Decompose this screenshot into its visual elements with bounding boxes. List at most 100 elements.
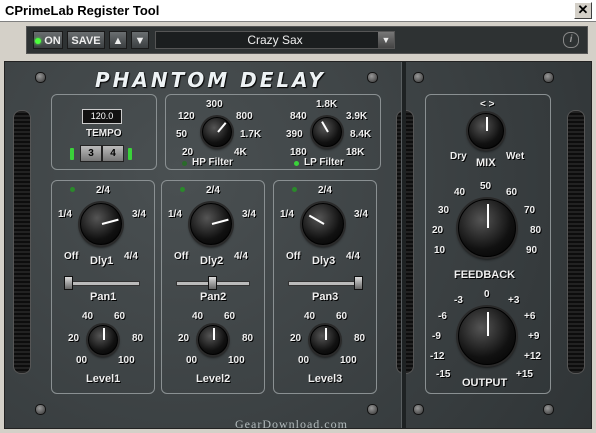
section-divider	[401, 62, 406, 428]
delay-led	[292, 187, 297, 192]
delay-tick-1-4: 1/4	[58, 209, 72, 220]
level-1-label: Level1	[86, 373, 121, 385]
screw	[367, 404, 378, 415]
delay-3-knob[interactable]	[302, 203, 344, 245]
output-tick-plus-6: +6	[524, 311, 536, 322]
power-button[interactable]: ON	[33, 31, 63, 49]
delay-tick-2-4: 2/4	[318, 185, 332, 196]
title-bar: CPrimeLab Register Tool ✕	[0, 0, 596, 22]
level-tick-80: 80	[132, 333, 144, 344]
hp-tick-800: 800	[236, 111, 253, 122]
mix-knob[interactable]	[468, 113, 504, 149]
lp-filter-knob[interactable]	[312, 117, 342, 147]
level-2-knob[interactable]	[198, 325, 228, 355]
master-section: < > Dry MIX Wet 40 50 60 30 70 20 80 10 …	[425, 94, 551, 394]
info-icon[interactable]: i	[563, 32, 579, 48]
level-tick-100: 100	[118, 355, 135, 366]
delay-2-label: Dly2	[200, 255, 224, 267]
level-tick-80: 80	[354, 333, 366, 344]
delay-led	[70, 187, 75, 192]
power-led	[35, 38, 42, 45]
delay-tick-off: Off	[286, 251, 301, 262]
feedback-tick-90: 90	[526, 245, 538, 256]
pan-2-thumb[interactable]	[208, 276, 217, 290]
feedback-tick-50: 50	[480, 181, 492, 192]
tempo-section: 120.0 TEMPO 3 4	[51, 94, 157, 170]
output-tick-plus-9: +9	[528, 331, 540, 342]
lp-filter-label: LP Filter	[304, 157, 344, 168]
level-tick-40: 40	[192, 311, 204, 322]
tempo-button-3[interactable]: 3	[80, 145, 102, 162]
pan-3-label: Pan3	[312, 291, 339, 303]
delay-tick-1-4: 1/4	[280, 209, 294, 220]
hp-filter-knob[interactable]	[202, 117, 232, 147]
knob-pointer	[325, 328, 327, 340]
feedback-tick-60: 60	[506, 187, 518, 198]
level-tick-20: 20	[290, 333, 302, 344]
delay-1-knob[interactable]	[80, 203, 122, 245]
pan-2-label: Pan2	[200, 291, 227, 303]
preset-up-button[interactable]: ▲	[109, 31, 127, 49]
tempo-display[interactable]: 120.0	[82, 109, 122, 124]
hp-tick-120: 120	[178, 111, 195, 122]
output-knob[interactable]	[458, 307, 516, 365]
pan-3-slider[interactable]	[288, 281, 362, 286]
pan-1-slider[interactable]	[66, 281, 140, 286]
delay-1-label: Dly1	[90, 255, 114, 267]
mix-wet-label: Wet	[506, 151, 525, 162]
preset-down-button[interactable]: ▼	[131, 31, 149, 49]
knob-pointer	[321, 121, 329, 133]
knob-pointer	[211, 218, 229, 225]
delay-2-knob[interactable]	[190, 203, 232, 245]
feedback-knob[interactable]	[458, 199, 516, 257]
lp-tick-390: 390	[286, 129, 303, 140]
filter-section: 300 120 800 50 1.7K 20 4K HP Filter 1.8K…	[165, 94, 381, 170]
screw	[543, 404, 554, 415]
preset-selector[interactable]: Crazy Sax ▼	[155, 31, 395, 49]
hp-tick-4k: 4K	[234, 147, 247, 158]
mix-dry-label: Dry	[450, 151, 467, 162]
power-label: ON	[44, 35, 61, 47]
pan-3-thumb[interactable]	[354, 276, 363, 290]
feedback-tick-20: 20	[432, 225, 444, 236]
delay-column-3: 2/4 1/4 3/4 Off 4/4 Dly3 Pan3 40 60 20 8…	[273, 180, 377, 394]
tempo-label: TEMPO	[86, 128, 122, 139]
output-tick-plus-15: +15	[516, 369, 533, 380]
close-button[interactable]: ✕	[574, 2, 592, 19]
delay-tick-3-4: 3/4	[242, 209, 256, 220]
watermark: GearDownload.com	[235, 417, 348, 431]
hp-tick-50: 50	[176, 129, 188, 140]
pan-1-label: Pan1	[90, 291, 117, 303]
screw	[35, 404, 46, 415]
knob-pointer	[487, 312, 489, 336]
tempo-button-4[interactable]: 4	[102, 145, 124, 162]
lp-tick-840: 840	[290, 111, 307, 122]
tempo-led-left	[70, 148, 74, 160]
feedback-tick-40: 40	[454, 187, 466, 198]
level-3-knob[interactable]	[310, 325, 340, 355]
plugin-logo: PHANTOM DELAY	[95, 68, 326, 92]
screw	[367, 72, 378, 83]
level-tick-00: 00	[186, 355, 198, 366]
delay-3-label: Dly3	[312, 255, 336, 267]
hp-filter-led	[182, 161, 187, 166]
chevron-down-icon[interactable]: ▼	[378, 32, 394, 48]
output-tick-minus-9: -9	[432, 331, 441, 342]
delay-tick-2-4: 2/4	[206, 185, 220, 196]
delay-tick-3-4: 3/4	[354, 209, 368, 220]
screw	[35, 72, 46, 83]
level-1-knob[interactable]	[88, 325, 118, 355]
feedback-tick-70: 70	[524, 205, 536, 216]
toolbar: ON SAVE ▲ ▼ Crazy Sax ▼ i	[26, 26, 588, 54]
output-label: OUTPUT	[462, 377, 508, 389]
pan-1-thumb[interactable]	[64, 276, 73, 290]
level-tick-00: 00	[298, 355, 310, 366]
save-button[interactable]: SAVE	[67, 31, 105, 49]
output-tick-minus-6: -6	[438, 311, 447, 322]
output-tick-minus-3: -3	[454, 295, 463, 306]
level-tick-40: 40	[82, 311, 94, 322]
level-tick-60: 60	[336, 311, 348, 322]
level-tick-20: 20	[178, 333, 190, 344]
delay-tick-1-4: 1/4	[168, 209, 182, 220]
delay-tick-3-4: 3/4	[132, 209, 146, 220]
